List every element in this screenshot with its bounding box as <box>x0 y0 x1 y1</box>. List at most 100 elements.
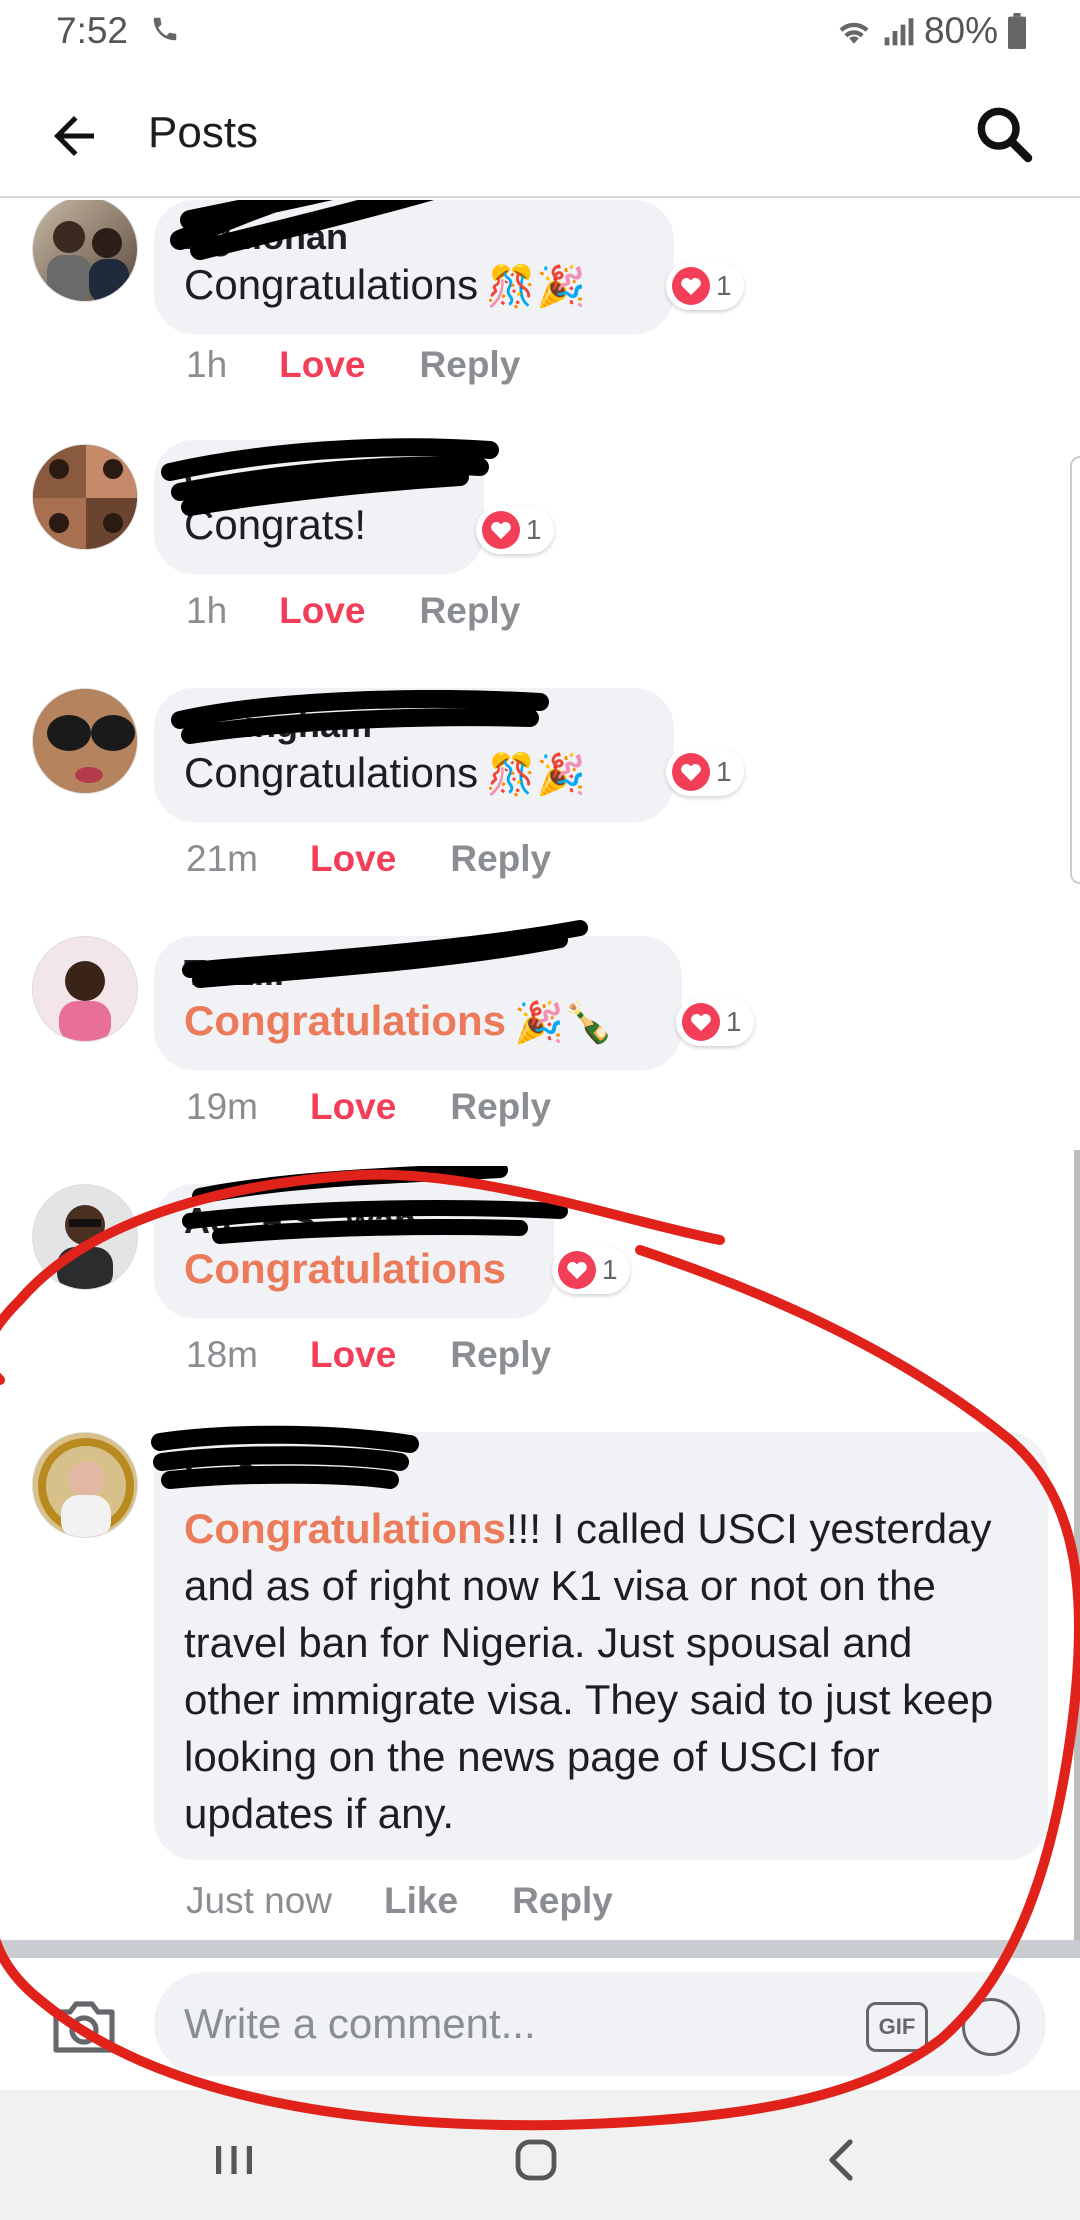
camera-button[interactable] <box>50 1996 118 2056</box>
heart-icon <box>558 1251 596 1289</box>
avatar[interactable] <box>32 688 138 794</box>
like-button[interactable]: Like <box>384 1880 458 1922</box>
love-button[interactable]: Love <box>310 1086 396 1128</box>
comment-text: Congratulations <box>184 1240 524 1297</box>
search-icon <box>977 107 1033 163</box>
comment-text: Congratulations 🎊🎉 <box>184 256 644 316</box>
reply-button[interactable]: Reply <box>450 838 551 880</box>
reply-button[interactable]: Reply <box>450 1334 551 1376</box>
comment-composer: GIF <box>0 1958 1080 2090</box>
comment-bubble[interactable]: T...Z... Congratulations 🎉🍾 <box>154 936 682 1070</box>
heart-icon <box>672 267 710 305</box>
home-icon <box>515 2139 557 2181</box>
divider <box>0 1940 1080 1958</box>
reaction-badge[interactable]: 1 <box>666 262 744 310</box>
avatar[interactable] <box>32 444 138 550</box>
comments-list: Ag...ohan Congratulations 🎊🎉 1 1h Love Re… <box>0 200 1080 1940</box>
reaction-badge[interactable]: 1 <box>552 1246 630 1294</box>
reaction-badge[interactable]: 1 <box>476 506 554 554</box>
comment-text: Congratulations!!! I called USCI yesterd… <box>184 1500 1018 1842</box>
reply-button[interactable]: Reply <box>450 1086 551 1128</box>
comment-time[interactable]: 1h <box>186 590 227 632</box>
avatar[interactable] <box>32 1432 138 1538</box>
comment-time[interactable]: 21m <box>186 838 258 880</box>
comment-time[interactable]: Just now <box>186 1880 332 1922</box>
wifi-icon <box>839 22 869 44</box>
reply-button[interactable]: Reply <box>420 344 521 386</box>
comment-time[interactable]: 1h <box>186 344 227 386</box>
comment-bubble[interactable]: Ag...e S...wan Congratulations <box>154 1184 554 1318</box>
comment-actions: Just now Like Reply <box>186 1880 613 1922</box>
phone-call-icon <box>150 14 180 49</box>
emoji: 🎊🎉 <box>486 265 586 310</box>
reaction-count: 1 <box>526 514 542 545</box>
reaction-badge[interactable]: 1 <box>666 748 744 796</box>
comment-author[interactable]: L...a <box>184 1452 1018 1490</box>
comment-text-body: Congratulations <box>184 749 479 796</box>
sticker-icon[interactable] <box>962 1998 1020 2056</box>
heart-icon <box>482 511 520 549</box>
reply-button[interactable]: Reply <box>420 590 521 632</box>
comment-actions: 21m Love Reply <box>186 838 551 880</box>
system-nav-bar <box>0 2090 1080 2220</box>
nav-back-button[interactable] <box>812 2130 872 2190</box>
back-button[interactable] <box>44 106 104 166</box>
comment-text-body: Congratulations <box>184 261 479 308</box>
status-time: 7:52 <box>56 10 129 51</box>
comment-bubble[interactable]: L...a Congratulations!!! I called USCI y… <box>154 1432 1048 1860</box>
comment-actions: 1h Love Reply <box>186 344 520 386</box>
comment-bubble[interactable]: C... Congrats! <box>154 440 484 574</box>
comment-text-body: !!! I called USCI yesterday and as of ri… <box>184 1505 994 1837</box>
search-button[interactable] <box>972 102 1036 166</box>
battery-percent: 80% <box>923 10 998 51</box>
fast-scroll-handle[interactable] <box>1070 456 1080 884</box>
reply-button[interactable]: Reply <box>512 1880 613 1922</box>
comment-author[interactable]: C... <box>184 458 454 496</box>
home-button[interactable] <box>506 2130 566 2190</box>
comment-author[interactable]: T...Z... <box>184 954 652 992</box>
emoji: 🎊🎉 <box>486 753 586 798</box>
status-bar: 7:52 80% <box>0 0 1080 66</box>
comment-text: Congrats! <box>184 501 367 548</box>
signal-icon <box>884 18 914 46</box>
gif-button[interactable]: GIF <box>866 2002 928 2052</box>
reaction-badge[interactable]: 1 <box>676 998 754 1046</box>
app-header: Posts <box>0 66 1080 198</box>
comment-text-highlight[interactable]: Congratulations <box>184 997 506 1044</box>
page-title: Posts <box>148 108 259 157</box>
reaction-count: 1 <box>716 270 732 301</box>
arrow-left-icon <box>54 116 94 156</box>
comment-actions: 18m Love Reply <box>186 1334 551 1376</box>
comment-actions: 19m Love Reply <box>186 1086 551 1128</box>
battery-icon <box>1008 13 1026 49</box>
app-screen: 7:52 80% Posts Ag...ohan Congratulations… <box>0 0 1080 2220</box>
comment-bubble[interactable]: Ag...ohan Congratulations 🎊🎉 <box>154 200 674 334</box>
comment-text-highlight[interactable]: Congratulations <box>184 1245 506 1292</box>
back-icon <box>829 2139 853 2181</box>
status-icons: 80% <box>834 10 1028 52</box>
comment-text: Congratulations 🎉🍾 <box>184 992 652 1052</box>
comment-text-highlight[interactable]: Congratulations <box>184 1505 506 1552</box>
comment-time[interactable]: 19m <box>186 1086 258 1128</box>
scrollbar[interactable] <box>1074 1150 1080 1940</box>
comment-author[interactable]: Ag...e S...wan <box>184 1202 524 1240</box>
love-button[interactable]: Love <box>279 344 365 386</box>
love-button[interactable]: Love <box>310 838 396 880</box>
reaction-count: 1 <box>716 756 732 787</box>
reaction-count: 1 <box>726 1006 742 1037</box>
comment-author[interactable]: Ag...ohan <box>184 218 644 256</box>
avatar[interactable] <box>32 936 138 1042</box>
comment-time[interactable]: 18m <box>186 1334 258 1376</box>
recent-apps-button[interactable] <box>204 2130 264 2190</box>
avatar[interactable] <box>32 1184 138 1290</box>
comment-author[interactable]: M...ingham <box>184 706 644 744</box>
love-button[interactable]: Love <box>279 590 365 632</box>
avatar[interactable] <box>32 200 138 302</box>
recent-apps-icon <box>216 2146 252 2174</box>
comment-text: Congratulations 🎊🎉 <box>184 744 644 804</box>
heart-icon <box>682 1003 720 1041</box>
comment-actions: 1h Love Reply <box>186 590 520 632</box>
heart-icon <box>672 753 710 791</box>
comment-bubble[interactable]: M...ingham Congratulations 🎊🎉 <box>154 688 674 822</box>
love-button[interactable]: Love <box>310 1334 396 1376</box>
